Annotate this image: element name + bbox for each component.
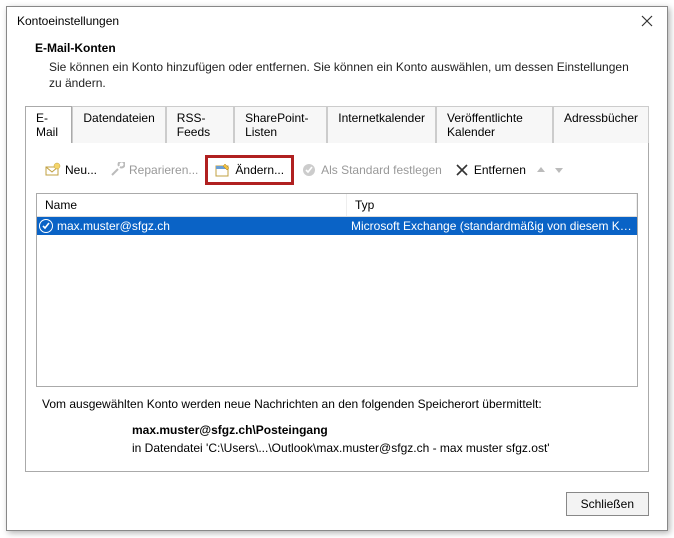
tab-datafiles[interactable]: Datendateien [72,106,165,143]
delivery-folder: max.muster@sfgz.ch\Posteingang [132,421,632,439]
repair-label: Reparieren... [129,163,198,177]
tab-rss[interactable]: RSS-Feeds [166,106,234,143]
tab-internet-calendar[interactable]: Internetkalender [327,106,436,143]
tab-addressbooks[interactable]: Adressbücher [553,106,649,143]
tab-sharepoint[interactable]: SharePoint-Listen [234,106,327,143]
delivery-path: in Datendatei 'C:\Users\...\Outlook\max.… [132,439,632,457]
list-row[interactable]: max.muster@sfgz.ch Microsoft Exchange (s… [37,217,637,235]
change-label: Ändern... [235,163,284,177]
delivery-location-section: Vom ausgewählten Konto werden neue Nachr… [36,387,638,457]
remove-label: Entfernen [474,163,526,177]
default-account-icon [39,219,53,233]
account-settings-dialog: Kontoeinstellungen E-Mail-Konten Sie kön… [6,6,668,531]
row-type: Microsoft Exchange (standardmäßig von di… [347,218,637,234]
new-icon [45,162,61,178]
change-icon [215,162,231,178]
change-button-highlight: Ändern... [205,155,294,185]
remove-icon [454,162,470,178]
repair-button: Reparieren... [104,159,203,181]
tab-email[interactable]: E-Mail [25,106,72,143]
default-icon [301,162,317,178]
tab-published-calendar[interactable]: Veröffentlichte Kalender [436,106,553,143]
window-title: Kontoeinstellungen [17,14,637,28]
column-type[interactable]: Typ [347,194,637,216]
default-label: Als Standard festlegen [321,163,442,177]
repair-icon [109,162,125,178]
new-label: Neu... [65,163,97,177]
move-up-icon [533,164,549,176]
header-description: Sie können ein Konto hinzufügen oder ent… [35,59,639,91]
close-icon[interactable] [637,13,657,29]
row-name: max.muster@sfgz.ch [57,219,170,233]
titlebar: Kontoeinstellungen [7,7,667,35]
header-section: E-Mail-Konten Sie können ein Konto hinzu… [7,35,667,105]
delivery-label: Vom ausgewählten Konto werden neue Nachr… [42,397,632,411]
new-button[interactable]: Neu... [40,159,102,181]
header-title: E-Mail-Konten [35,41,639,55]
list-header: Name Typ [37,194,637,217]
move-down-icon [551,164,567,176]
button-bar: Schließen [7,482,667,530]
tab-panel-email: Neu... Reparieren... Ändern... [25,142,649,472]
remove-button[interactable]: Entfernen [449,159,531,181]
toolbar: Neu... Reparieren... Ändern... [36,153,638,193]
account-list: Name Typ max.muster@sfgz.ch Microsoft Ex… [36,193,638,387]
tab-strip: E-Mail Datendateien RSS-Feeds SharePoint… [25,106,649,143]
close-button[interactable]: Schließen [566,492,649,516]
change-button[interactable]: Ändern... [210,159,289,181]
set-default-button: Als Standard festlegen [296,159,447,181]
column-name[interactable]: Name [37,194,347,216]
